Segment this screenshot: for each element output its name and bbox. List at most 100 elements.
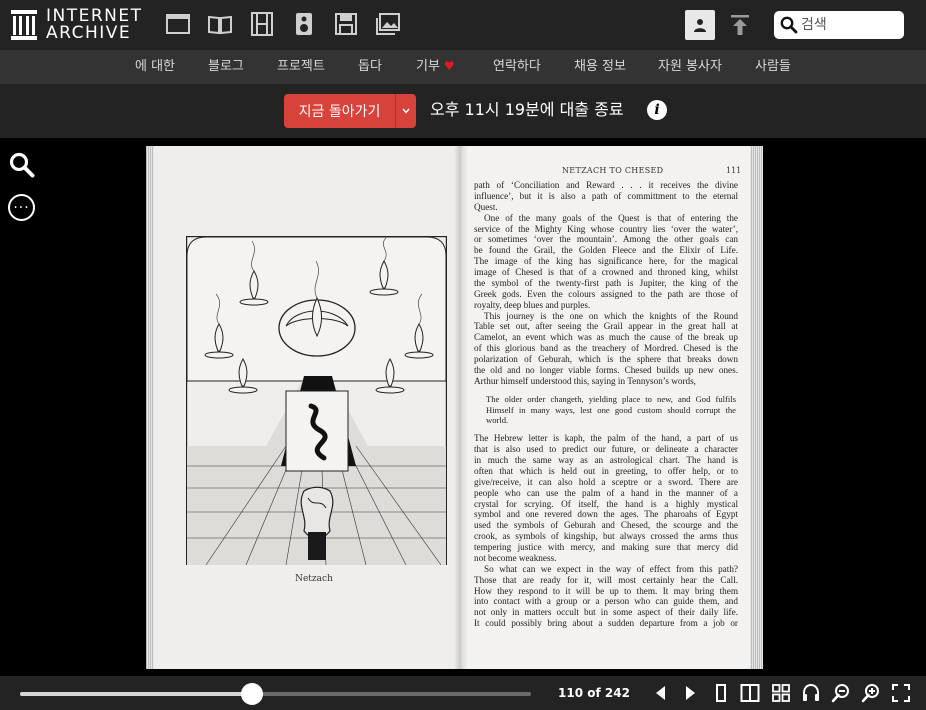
internet-archive-logo[interactable]: INTERNET ARCHIVE <box>10 7 143 43</box>
text-line: give/receive, it can also hold a sceptre… <box>474 476 738 487</box>
book-viewer: ··· Netzach NETZACH TO CHESED 111 path o… <box>0 138 926 676</box>
nav-about[interactable]: 에 대한 <box>135 58 175 75</box>
web-icon[interactable] <box>164 10 192 38</box>
more-options-icon[interactable]: ··· <box>8 194 35 221</box>
chevron-down-icon <box>402 108 410 114</box>
book-spread: Netzach NETZACH TO CHESED 111 path of ‘C… <box>146 146 763 669</box>
fullscreen-icon[interactable] <box>890 682 912 704</box>
nav-donate[interactable]: 기부 ♥ <box>416 58 455 75</box>
text-line: service of the Mighty King whose country… <box>474 223 738 234</box>
media-type-menu <box>164 10 416 38</box>
text-line: polarization of Geburah, which is the sp… <box>474 354 738 364</box>
text-line: not become weakness. <box>474 552 557 563</box>
text-line: path of ‘Conciliation and Reward . . . i… <box>474 180 738 190</box>
return-now-button[interactable]: 지금 돌아가기 <box>284 94 416 128</box>
text-line: that is also used to predict our future,… <box>474 444 738 455</box>
right-page-edges <box>750 146 763 669</box>
nav-people[interactable]: 사람들 <box>755 58 791 75</box>
nav-contact[interactable]: 연락하다 <box>493 58 541 75</box>
nav-blog[interactable]: 블로그 <box>208 58 244 75</box>
audio-icon[interactable] <box>290 10 318 38</box>
text-line: royalty, deep blues and purples. <box>474 299 591 310</box>
text-line: Table set out, after seeing the Grail ap… <box>474 321 738 332</box>
logo-line2: ARCHIVE <box>46 23 132 43</box>
upload-button[interactable] <box>727 12 753 38</box>
texts-icon[interactable] <box>206 10 234 38</box>
text-line: into contact with a group or a person wh… <box>474 596 738 607</box>
search-inside-icon[interactable] <box>9 152 35 178</box>
text-line: Greek gods. Even the colours assigned to… <box>474 288 738 299</box>
text-line: used the symbols of Geburah and Chesed, … <box>474 520 738 531</box>
paragraph-4: The Hebrew letter is kaph, the palm of t… <box>474 433 738 564</box>
text-line: crook, as symbols of kingship, but alway… <box>474 531 738 542</box>
heart-icon: ♥ <box>443 59 455 73</box>
video-icon[interactable] <box>248 10 276 38</box>
page-slider-handle[interactable] <box>241 683 264 705</box>
quote-line: Himself in many ways, lest one good cust… <box>486 404 736 415</box>
block-quote: The older order changeth, yielding place… <box>474 394 738 427</box>
next-page-icon[interactable] <box>679 682 701 704</box>
text-line: How they respond to it will be up to the… <box>474 585 738 596</box>
quote-line: world. <box>486 415 509 426</box>
text-line: be found the Grail, the Golden Fleece an… <box>474 245 738 256</box>
text-line: This journey is the one on which the kni… <box>484 310 738 321</box>
text-line: influence’, but it is also a path of com… <box>474 190 738 201</box>
nav-donate-label: 기부 <box>416 59 440 74</box>
search-box[interactable] <box>774 11 904 39</box>
return-options-toggle[interactable] <box>395 94 416 128</box>
running-head: NETZACH TO CHESED <box>562 166 664 175</box>
page-slider-progress <box>20 692 253 696</box>
loan-status-bar: 지금 돌아가기 오후 11시 19분에 대출 종료 <box>0 84 926 138</box>
book-spine <box>454 146 468 669</box>
images-icon[interactable] <box>374 10 402 38</box>
reader-toolbar: 110 of 242 <box>0 676 926 710</box>
return-now-label: 지금 돌아가기 <box>298 104 381 120</box>
text-line: in much the same way as an astrological … <box>474 455 738 465</box>
text-line: So what can we expect in the way of effe… <box>484 563 738 574</box>
quote-line: The older order changeth, yielding place… <box>486 393 736 404</box>
nav-projects[interactable]: 프로젝트 <box>277 58 325 75</box>
one-page-view-icon[interactable] <box>710 682 732 704</box>
nav-volunteer[interactable]: 자원 봉사자 <box>658 58 722 75</box>
text-line: Quest. <box>474 201 498 212</box>
secondary-navigation: 에 대한 블로그 프로젝트 돕다 기부 ♥ 연락하다 채용 정보 자원 봉사자 사… <box>0 50 926 84</box>
zoom-out-icon[interactable] <box>830 682 852 704</box>
text-line: Those that are ready for it, will most c… <box>474 574 738 585</box>
text-line: tempering justice with mercy, and making… <box>474 542 738 552</box>
logo-text: INTERNET ARCHIVE <box>46 8 143 42</box>
prev-page-icon[interactable] <box>650 682 672 704</box>
user-menu-button[interactable] <box>685 10 715 40</box>
text-line: Arthur himself understood this, saying i… <box>474 375 696 386</box>
search-input[interactable] <box>801 14 899 36</box>
paragraph-1: path of ‘Conciliation and Reward . . . i… <box>474 180 738 213</box>
user-icon <box>694 19 706 32</box>
text-line: the symbol of the twenty-first path is J… <box>474 277 738 288</box>
text-line: crystal for scrying. Of itself, the hand… <box>474 498 738 509</box>
text-line: image of Chesed is that of a crowned and… <box>474 267 738 277</box>
paragraph-5: So what can we expect in the way of effe… <box>474 564 738 629</box>
top-navigation-bar: INTERNET ARCHIVE <box>0 0 926 50</box>
thumbnail-view-icon[interactable] <box>770 682 792 704</box>
page-number: 111 <box>726 166 742 175</box>
text-line: Camelot, an event which was as much the … <box>474 332 738 343</box>
text-line: or sometimes ‘over the mountain’. Among … <box>474 234 738 245</box>
upload-icon <box>731 15 749 35</box>
right-page-text: path of ‘Conciliation and Reward . . . i… <box>474 180 738 629</box>
text-line: The Hebrew letter is kaph, the palm of t… <box>474 433 738 444</box>
read-aloud-icon[interactable] <box>800 682 822 704</box>
zoom-in-icon[interactable] <box>860 682 882 704</box>
two-page-view-icon[interactable] <box>739 682 761 704</box>
text-line: the old and no longer viable forms. Ches… <box>474 364 738 375</box>
info-icon[interactable]: i <box>647 100 667 120</box>
text-line: One of the many goals of the Quest is th… <box>484 212 738 223</box>
software-icon[interactable] <box>332 10 360 38</box>
text-line: not only in matters occult but in some a… <box>474 607 738 618</box>
text-line: often that which is held out in greeting… <box>474 465 738 476</box>
text-line: It could possibly bring about a sudden d… <box>474 618 738 629</box>
paragraph-2: One of the many goals of the Quest is th… <box>474 213 738 311</box>
nav-help[interactable]: 돕다 <box>358 58 382 75</box>
nav-jobs[interactable]: 채용 정보 <box>574 58 626 75</box>
netzach-illustration <box>186 236 447 565</box>
